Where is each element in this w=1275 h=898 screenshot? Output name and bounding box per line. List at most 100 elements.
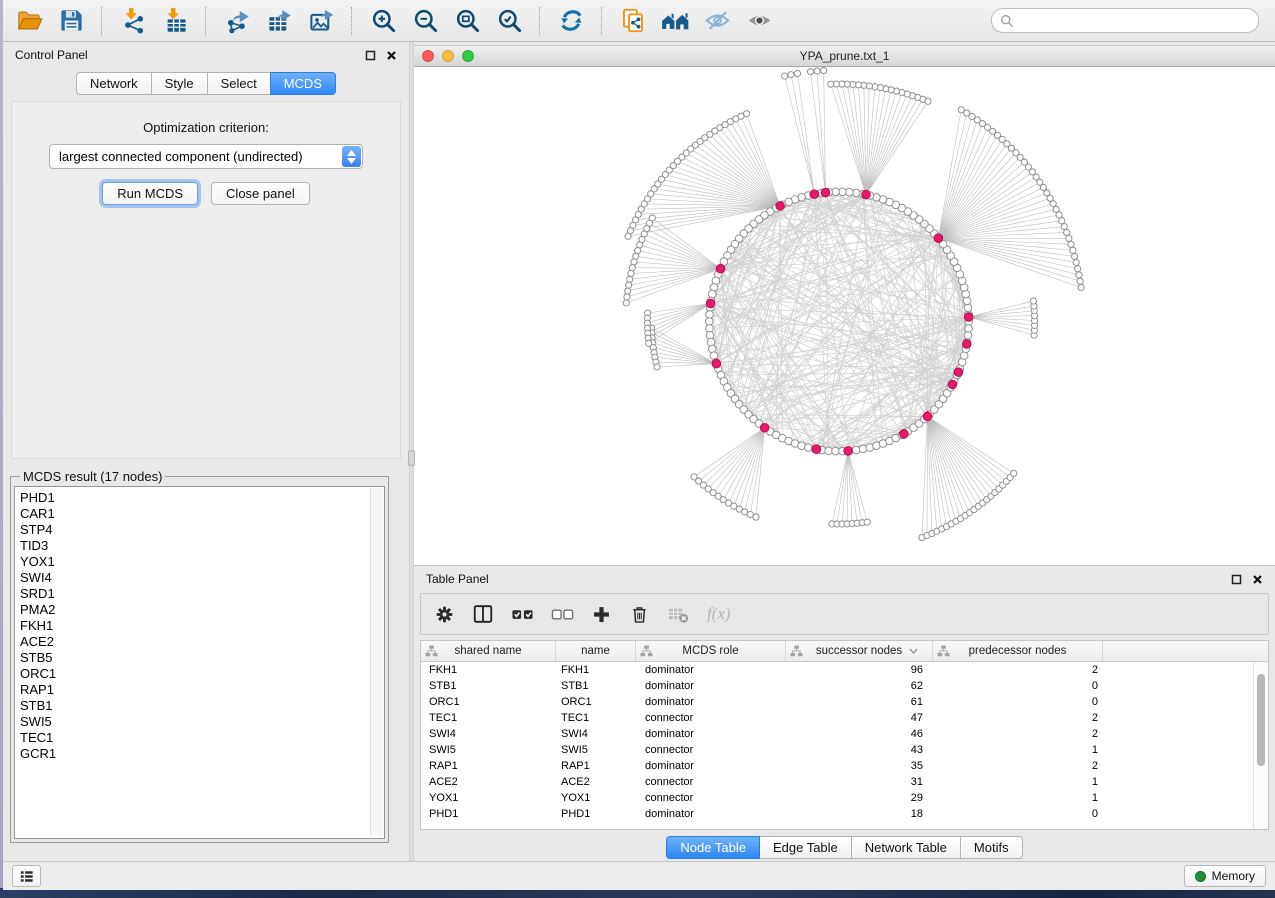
export-network-button[interactable] [221, 5, 253, 37]
zoom-out-icon [412, 7, 439, 34]
first-neighbors-button[interactable] [659, 5, 691, 37]
add-column-button[interactable] [591, 599, 612, 629]
close-panel-button[interactable] [386, 50, 397, 61]
mcds-result-item[interactable]: RAP1 [20, 682, 370, 698]
tab-node-table[interactable]: Node Table [666, 836, 760, 859]
show-all-button[interactable] [743, 5, 775, 37]
table-row[interactable]: PHD1PHD1dominator180 [421, 806, 1268, 822]
table-row[interactable]: YOX1YOX1connector291 [421, 790, 1268, 806]
mcds-result-item[interactable]: FKH1 [20, 618, 370, 634]
close-panel-action-button[interactable]: Close panel [211, 182, 310, 205]
zoom-selected-button[interactable] [493, 5, 525, 37]
mcds-list-scrollbar[interactable] [370, 488, 383, 837]
zoom-fit-icon [454, 7, 481, 34]
column-header-MCDS-role[interactable]: MCDS role [636, 641, 786, 661]
show-columns-button[interactable] [472, 599, 494, 629]
cell: RAP1 [556, 758, 636, 774]
open-folder-icon [16, 7, 43, 34]
delete-column-button[interactable] [629, 599, 650, 629]
export-table-button[interactable] [263, 5, 295, 37]
mcds-result-item[interactable]: ACE2 [20, 634, 370, 650]
export-image-button[interactable] [305, 5, 337, 37]
mcds-result-item[interactable]: TID3 [20, 538, 370, 554]
toolbar-separator [205, 7, 207, 35]
mcds-result-item[interactable]: SRD1 [20, 586, 370, 602]
table-row[interactable]: ACE2ACE2connector311 [421, 774, 1268, 790]
sort-chevron-icon[interactable] [909, 648, 918, 654]
delete-table-button[interactable] [667, 599, 690, 629]
float-panel-button[interactable] [365, 50, 376, 61]
deselect-all-rows-button[interactable] [551, 599, 574, 629]
table-panel-title: Table Panel [426, 572, 489, 586]
zoom-fit-button[interactable] [451, 5, 483, 37]
search-box[interactable] [991, 8, 1259, 33]
search-icon [1000, 14, 1014, 28]
tab-network-table[interactable]: Network Table [851, 836, 961, 859]
table-row[interactable]: STB1STB1dominator620 [421, 678, 1268, 694]
apply-function-button[interactable]: f(x) [707, 599, 731, 629]
task-history-button[interactable] [12, 865, 41, 887]
save-session-button[interactable] [55, 5, 87, 37]
table-row[interactable]: SWI5SWI5connector431 [421, 742, 1268, 758]
zoom-out-button[interactable] [409, 5, 441, 37]
close-table-panel-button[interactable] [1252, 574, 1263, 585]
zoom-in-button[interactable] [367, 5, 399, 37]
column-header-predecessor-nodes[interactable]: predecessor nodes [933, 641, 1103, 661]
table-row[interactable]: ORC1ORC1dominator610 [421, 694, 1268, 710]
table-row[interactable]: FKH1FKH1dominator962 [421, 662, 1268, 678]
open-file-button[interactable] [13, 5, 45, 37]
network-canvas[interactable] [414, 67, 1275, 565]
tab-motifs[interactable]: Motifs [960, 836, 1023, 859]
panel-splitter[interactable] [409, 42, 414, 861]
mcds-result-item[interactable]: YOX1 [20, 554, 370, 570]
mcds-result-item[interactable]: STP4 [20, 522, 370, 538]
tab-mcds[interactable]: MCDS [270, 72, 336, 95]
mcds-result-item[interactable]: PHD1 [20, 490, 370, 506]
import-network-icon [120, 7, 147, 34]
cell-filler [1103, 726, 1268, 742]
table-scrollbar[interactable] [1253, 662, 1268, 829]
table-row[interactable]: SWI4SWI4dominator462 [421, 726, 1268, 742]
search-input[interactable] [1019, 13, 1250, 29]
minimize-window-icon[interactable] [442, 50, 454, 62]
run-mcds-button[interactable]: Run MCDS [102, 182, 198, 205]
clone-network-button[interactable] [617, 5, 649, 37]
toolbar-separator [351, 7, 353, 35]
mcds-result-item[interactable]: PMA2 [20, 602, 370, 618]
mcds-result-item[interactable]: ORC1 [20, 666, 370, 682]
column-header-successor-nodes[interactable]: successor nodes [786, 641, 933, 661]
import-table-button[interactable] [159, 5, 191, 37]
cell: YOX1 [556, 790, 636, 806]
memory-button[interactable]: Memory [1184, 865, 1266, 887]
select-all-rows-button[interactable] [511, 599, 534, 629]
tab-edge-table[interactable]: Edge Table [759, 836, 852, 859]
hide-selected-button[interactable] [701, 5, 733, 37]
mcds-result-item[interactable]: STB5 [20, 650, 370, 666]
mcds-result-list[interactable]: PHD1CAR1STP4TID3YOX1SWI4SRD1PMA2FKH1ACE2… [14, 486, 385, 839]
mcds-result-item[interactable]: SWI4 [20, 570, 370, 586]
mcds-result-item[interactable]: GCR1 [20, 746, 370, 762]
mcds-result-item[interactable]: SWI5 [20, 714, 370, 730]
tab-style[interactable]: Style [151, 72, 208, 95]
cell-filler [1103, 742, 1268, 758]
import-network-button[interactable] [117, 5, 149, 37]
mcds-result-item[interactable]: TEC1 [20, 730, 370, 746]
toolbar-separator [101, 7, 103, 35]
table-row[interactable]: RAP1RAP1dominator352 [421, 758, 1268, 774]
cell-filler [1103, 790, 1268, 806]
tab-network[interactable]: Network [76, 72, 152, 95]
mcds-result-item[interactable]: CAR1 [20, 506, 370, 522]
table-scrollbar-thumb[interactable] [1257, 674, 1265, 766]
table-settings-button[interactable] [434, 599, 455, 629]
column-header-shared-name[interactable]: shared name [421, 641, 556, 661]
mcds-result-item[interactable]: STB1 [20, 698, 370, 714]
maximize-window-icon[interactable] [462, 50, 474, 62]
float-table-panel-button[interactable] [1231, 574, 1242, 585]
tab-select[interactable]: Select [207, 72, 271, 95]
table-body: FKH1FKH1dominator962STB1STB1dominator620… [421, 662, 1268, 829]
column-header-name[interactable]: name [556, 641, 636, 661]
close-window-icon[interactable] [422, 50, 434, 62]
criterion-dropdown[interactable]: largest connected component (undirected) [49, 144, 363, 169]
refresh-view-button[interactable] [555, 5, 587, 37]
table-row[interactable]: TEC1TEC1connector472 [421, 710, 1268, 726]
